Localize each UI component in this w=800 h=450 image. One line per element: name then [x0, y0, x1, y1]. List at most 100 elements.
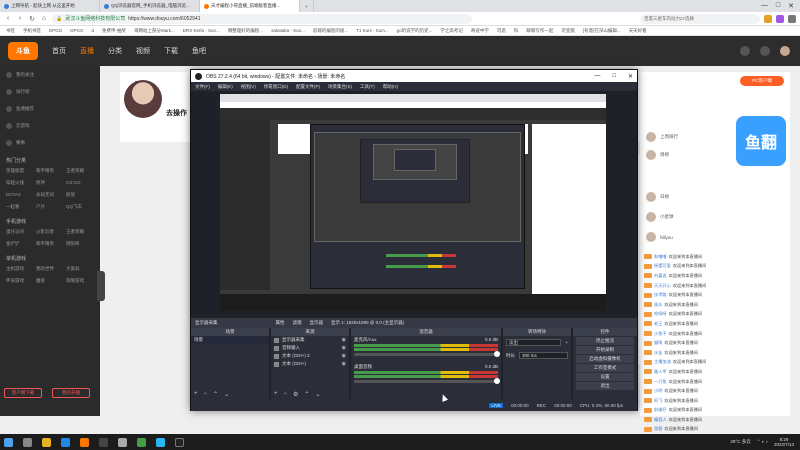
bookmark-item[interactable]: 手机书签 — [23, 28, 41, 34]
forward-icon[interactable]: › — [16, 15, 24, 22]
sidebar-category-link[interactable]: CS:GO — [66, 180, 94, 186]
control-button[interactable]: 开始录制 — [576, 346, 634, 354]
up-icon[interactable]: ⌃ — [213, 391, 218, 398]
obs-menu-item[interactable]: 帮助(H) — [383, 84, 398, 90]
chat-nickname[interactable]: 老王 — [654, 321, 662, 327]
display-select[interactable]: 显示 1: 1920x1080 @ 0,0 (主显示器) — [331, 320, 404, 326]
sidebar-item[interactable]: 云游戏 — [0, 117, 100, 134]
sidebar-category-link[interactable]: 穿越火线 — [6, 180, 34, 186]
obs-menu-item[interactable]: 场景集合(S) — [328, 84, 352, 90]
sidebar-category-link[interactable]: 阴阳师 — [66, 241, 94, 247]
source-item[interactable]: 显示器采集 ◉ — [271, 336, 349, 344]
chat-nickname[interactable]: 路人甲 — [654, 369, 667, 375]
bookmark-item[interactable]: 可变版 — [561, 28, 575, 34]
sidebar-collapse-handle[interactable] — [97, 271, 105, 301]
chat-nickname[interactable]: 小明 — [654, 388, 662, 394]
bookmark-item[interactable]: 可恶 — [497, 28, 506, 34]
bookmark-item[interactable]: 聊聊写作一起 — [526, 28, 553, 34]
sidebar-category-link[interactable]: 英雄联盟 — [6, 168, 34, 174]
weather-text[interactable]: 29°C 多云 — [730, 439, 750, 445]
bookmark-item[interactable]: DPGG — [49, 28, 62, 33]
new-tab-button[interactable]: + — [300, 0, 314, 12]
add-icon[interactable]: + — [194, 391, 198, 397]
extension-icon[interactable] — [764, 14, 772, 23]
visibility-eye-icon[interactable]: ◉ — [342, 337, 346, 343]
rank-row[interactable]: 上周排行 — [646, 132, 678, 142]
source-item[interactable]: 文本 (GDI+) ◉ — [271, 360, 349, 368]
sidebar-item[interactable]: 我的关注 — [0, 66, 100, 83]
browser-tab[interactable]: 上网导航 - 起快上网 从这里开始 — [0, 0, 100, 12]
down-icon[interactable]: ⌄ — [224, 391, 229, 398]
nav-fishbar[interactable]: 鱼吧 — [192, 46, 206, 56]
nav-video[interactable]: 视频 — [136, 46, 150, 56]
rank-row[interactable]: hillyou — [646, 232, 673, 242]
obs-close-button[interactable]: ✕ — [628, 73, 633, 80]
obs-minimize-button[interactable]: — — [594, 73, 600, 80]
scene-item[interactable]: 场景 — [191, 336, 269, 344]
chat-nickname[interactable]: 哈呀呀 — [654, 311, 667, 317]
sidebar-category-link[interactable]: 王者荣耀 — [66, 168, 94, 174]
close-button[interactable]: ✕ — [788, 2, 794, 10]
tray-icons[interactable]: ⌃ ◐ ♪ — [757, 439, 768, 445]
rank-row[interactable]: 周榜 — [646, 150, 669, 160]
chat-nickname[interactable]: 观众 — [654, 302, 662, 308]
visibility-eye-icon[interactable]: ◉ — [342, 345, 346, 351]
bookmark-item[interactable]: d — [92, 28, 95, 33]
sidebar-category-link[interactable]: 王者荣耀 — [66, 229, 94, 235]
douyu-logo[interactable]: 斗鱼 — [8, 42, 38, 60]
bookmark-item[interactable]: T1 Kuni - Sum... — [356, 28, 389, 33]
sidebar-category-link[interactable]: 怀旧游戏 — [6, 278, 34, 284]
sidebar-category-link[interactable]: 颜值 — [66, 192, 94, 198]
bookmark-item[interactable]: 前端的编程的极... — [313, 28, 348, 34]
bookmark-item[interactable]: go听说学的历史... — [397, 28, 433, 34]
sidebar-category-link[interactable]: 策略游戏 — [66, 278, 94, 284]
sidebar-category-link[interactable]: 魔兽 — [36, 278, 64, 284]
sidebar-category-link[interactable]: DOTA2 — [6, 192, 34, 198]
rank-row[interactable]: 小星球 — [646, 212, 674, 222]
duration-input[interactable]: 300 ms — [519, 352, 568, 359]
minimize-button[interactable]: — — [761, 2, 768, 10]
bookmark-item[interactable]: 哪整理好的编程... — [228, 28, 263, 34]
browser-taskbar-icon[interactable] — [61, 437, 70, 447]
add-icon[interactable]: + — [274, 391, 278, 397]
obs-taskbar-icon[interactable] — [175, 437, 184, 447]
control-button[interactable]: 停止推流 — [576, 337, 634, 345]
app-taskbar-icon[interactable] — [118, 437, 127, 447]
obs-menu-item[interactable]: 文件(F) — [195, 84, 210, 90]
bookmark-item[interactable]: DRX Kerla - Sun... — [183, 28, 220, 33]
clock[interactable]: 8:29 2022/7/13 — [774, 437, 794, 448]
chat-nickname[interactable]: 阿飞 — [654, 398, 662, 404]
up-icon[interactable]: ⌃ — [304, 391, 309, 398]
obs-menu-item[interactable]: 视图(V) — [241, 84, 256, 90]
obs-menu-item[interactable]: 工具(T) — [360, 84, 375, 90]
visibility-eye-icon[interactable]: ◉ — [342, 361, 346, 367]
down-icon[interactable]: ⌄ — [315, 391, 320, 398]
chat-nickname[interactable]: 编程人 — [654, 417, 667, 423]
nav-download[interactable]: 下载 — [164, 46, 178, 56]
sidebar-item[interactable]: 排行榜 — [0, 83, 100, 100]
control-button[interactable]: 设置 — [576, 373, 634, 381]
chat-nickname[interactable]: 技术路 — [654, 292, 667, 298]
bookmark-item[interactable]: 书签 — [6, 28, 15, 34]
app-taskbar-icon[interactable] — [156, 437, 165, 447]
nav-live[interactable]: 直播 — [80, 46, 94, 56]
reload-icon[interactable]: ↻ — [28, 15, 36, 23]
maximize-button[interactable]: □ — [776, 2, 780, 10]
bookmark-item[interactable]: [有意]在深山编辑... — [583, 28, 621, 34]
follow-icon[interactable] — [760, 46, 770, 56]
avatar[interactable] — [780, 46, 790, 56]
nav-category[interactable]: 分类 — [108, 46, 122, 56]
search-input[interactable]: 百度三星车内动力27选择 — [640, 13, 760, 24]
sidebar-category-link[interactable]: 主机游戏 — [6, 266, 34, 272]
streamer-avatar[interactable] — [124, 80, 162, 118]
sidebar-category-link[interactable]: 金铲铲 — [6, 241, 34, 247]
sidebar-category-link[interactable]: 一起看 — [6, 204, 34, 210]
visibility-eye-icon[interactable]: ◉ — [342, 353, 346, 359]
file-explorer-icon[interactable] — [42, 437, 51, 447]
rank-row[interactable]: 日榜 — [646, 192, 669, 202]
bookmark-item[interactable]: 科 — [514, 28, 519, 34]
chat-nickname[interactable]: 前端仔 — [654, 407, 667, 413]
nav-home[interactable]: 首页 — [52, 46, 66, 56]
sidebar-category-link[interactable]: 和平精英 — [36, 168, 64, 174]
mascot-banner[interactable]: 鱼翻 — [736, 116, 786, 166]
